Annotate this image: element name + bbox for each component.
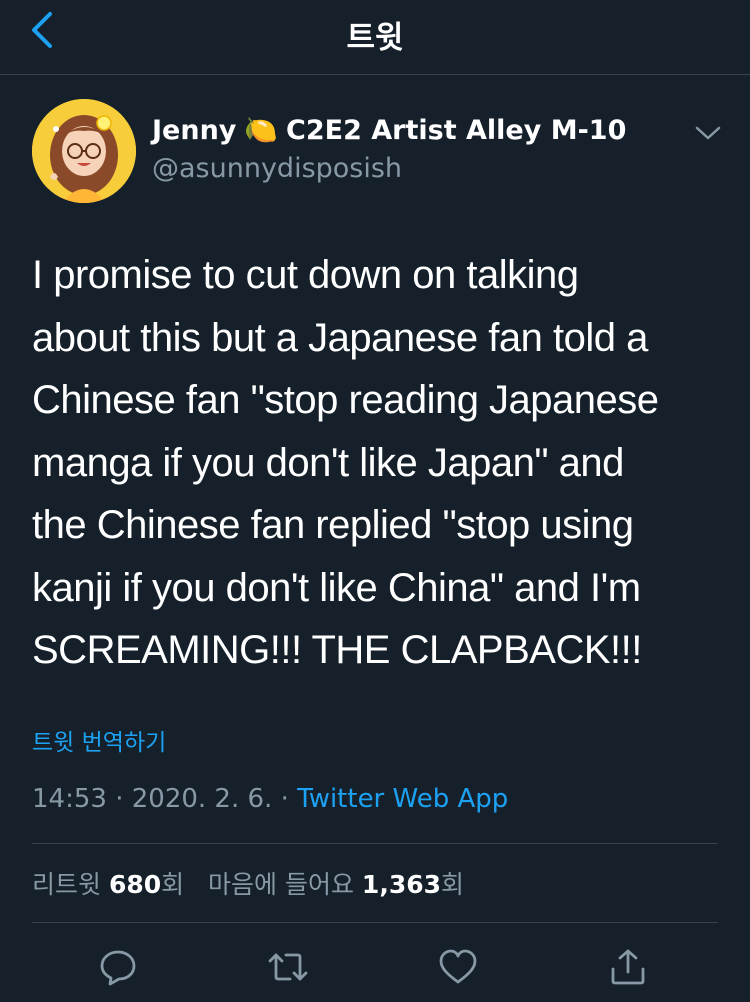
like-button[interactable]	[436, 945, 480, 989]
tweet-text: I promise to cut down on talking about t…	[32, 244, 722, 682]
tweet-line: manga if you don't like Japan" and	[32, 440, 624, 485]
likes-label: 마음에 들어요	[208, 870, 354, 899]
retweet-button[interactable]	[266, 945, 310, 989]
tweet-time: 14:53	[32, 784, 107, 814]
page-title: 트윗	[346, 20, 404, 56]
more-options-button[interactable]	[690, 118, 726, 148]
meta-separator: ·	[115, 784, 124, 814]
translate-tweet-link[interactable]: 트윗 번역하기	[32, 723, 166, 757]
likes-count: 1,363	[361, 870, 441, 899]
tweet-stats: 리트윗 680회 마음에 들어요 1,363회	[32, 865, 464, 901]
meta-separator: ·	[280, 784, 289, 814]
reply-icon	[100, 950, 136, 986]
tweet-line: the Chinese fan replied "stop using	[32, 503, 634, 547]
author-name[interactable]: Jenny 🍋 C2E2 Artist Alley M-10	[152, 114, 627, 147]
tweet-line: about this but a Japanese fan told a	[32, 315, 648, 360]
tweet-date: 2020. 2. 6.	[131, 784, 273, 814]
retweet-icon	[268, 953, 308, 981]
tweet-line: SCREAMING!!! THE CLAPBACK!!!	[32, 628, 642, 672]
lemon-emoji: 🍋	[244, 115, 279, 146]
share-icon	[611, 949, 645, 985]
avatar[interactable]	[32, 99, 136, 203]
divider	[32, 922, 718, 923]
reply-button[interactable]	[96, 945, 140, 989]
tweet-line: I promise to cut down on talking	[32, 253, 579, 297]
tweet-source-link[interactable]: Twitter Web App	[297, 784, 508, 814]
share-button[interactable]	[606, 945, 650, 989]
tweet-line: kanji if you don't like China" and I'm	[32, 565, 641, 610]
retweets-unit: 회	[161, 870, 185, 899]
retweet-stat[interactable]: 리트윗 680회	[32, 870, 184, 899]
author-display-name: Jenny	[152, 114, 237, 146]
author-handle[interactable]: @asunnydisposish	[152, 153, 402, 184]
avatar-illustration	[32, 99, 136, 203]
author-name-suffix: C2E2 Artist Alley M-10	[286, 114, 627, 146]
retweets-count: 680	[108, 870, 162, 899]
top-bar: 트윗	[0, 0, 750, 75]
tweet-meta: 14:53 · 2020. 2. 6. · Twitter Web App	[32, 784, 508, 814]
chevron-down-icon	[695, 126, 721, 140]
heart-icon	[439, 949, 477, 984]
divider	[32, 843, 718, 844]
retweets-label: 리트윗	[32, 870, 102, 899]
likes-unit: 회	[441, 870, 465, 899]
tweet-line: Chinese fan "stop reading Japanese	[32, 378, 659, 422]
likes-stat[interactable]: 마음에 들어요 1,363회	[208, 870, 464, 899]
